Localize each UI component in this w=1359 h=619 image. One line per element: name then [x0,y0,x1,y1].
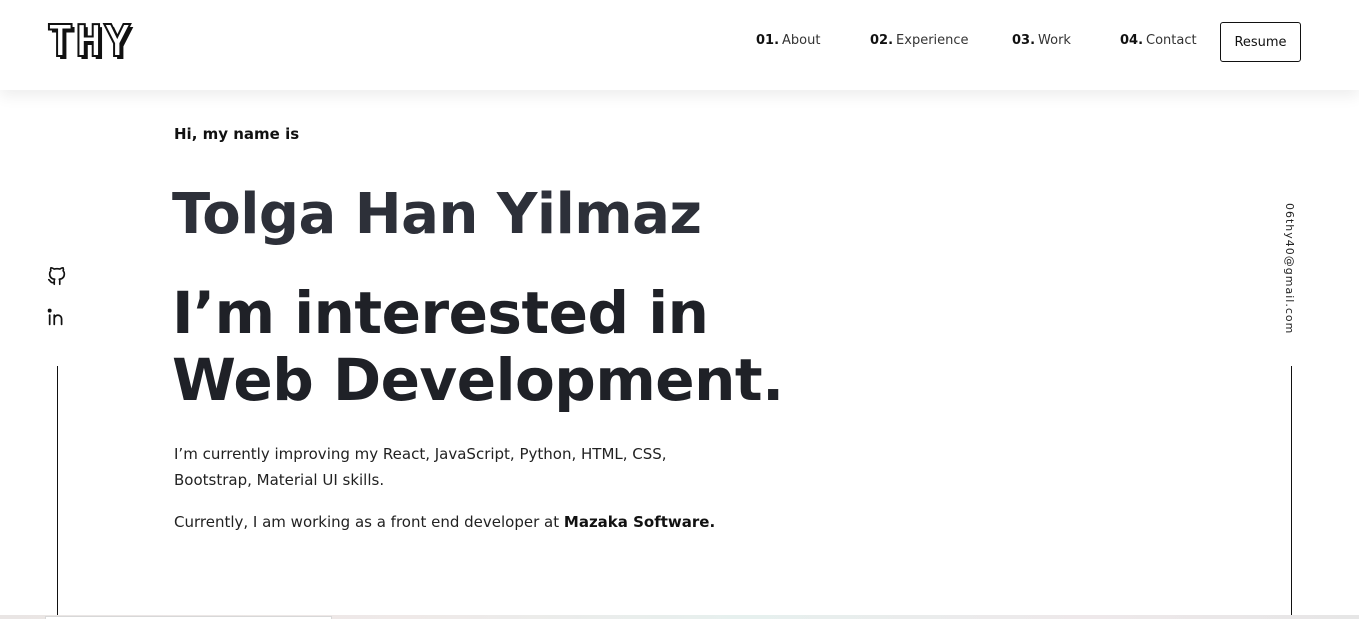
nav-label: Contact [1146,33,1197,48]
hero-name: Tolga Han Yilmaz [172,182,702,247]
resume-button[interactable]: Resume [1220,22,1301,62]
company-name: Mazaka Software. [563,513,716,531]
nav-label: Work [1038,33,1071,48]
current-job-text: Currently, I am working as a front end d… [174,510,715,534]
linkedin-icon[interactable] [46,306,68,328]
intro-text: I’m currently improving my React, JavaSc… [174,445,667,489]
github-icon[interactable] [46,265,68,287]
logo[interactable]: THY [46,17,132,67]
nav-experience[interactable]: 02. Experience [870,33,969,51]
nav-number: 01. [756,33,780,48]
nav-label: Experience [896,33,969,48]
left-rail-line [57,366,58,619]
nav-about[interactable]: 01. About [756,33,820,51]
nav-number: 03. [1012,33,1036,48]
current-job-prefix: Currently, I am working as a front end d… [174,513,564,531]
nav-label: About [782,33,821,48]
nav-contact[interactable]: 04. Contact [1120,33,1197,51]
site-header: THY 01. About 02. Experience 03. Work 04. Co… [0,0,1359,90]
nav-number: 02. [870,33,894,48]
nav-work[interactable]: 03. Work [1012,33,1071,51]
right-rail-line [1291,366,1292,619]
hero-headline: I’m interested in Web Development. [172,279,784,414]
greeting: Hi, my name is [174,125,300,143]
email-link[interactable]: 06thy40@gmail.com [1283,203,1296,334]
nav-number: 04. [1120,33,1144,48]
